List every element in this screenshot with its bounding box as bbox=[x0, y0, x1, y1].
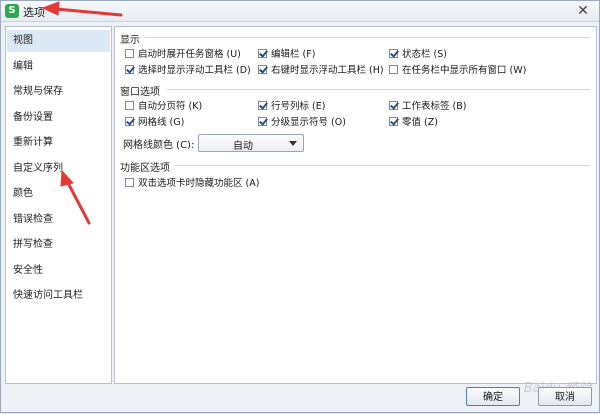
option-zero-values[interactable]: 零值 (Z) bbox=[389, 114, 438, 128]
gridline-color-label: 网格线颜色 (C): bbox=[123, 140, 195, 151]
window-options-separator bbox=[167, 89, 590, 90]
option-expand-taskpane[interactable]: 启动时展开任务窗格 (U) bbox=[125, 46, 241, 60]
gridline-color-dropdown[interactable]: 自动 bbox=[198, 134, 304, 152]
display-separator bbox=[145, 37, 590, 38]
option-label: 在任务栏中显示所有窗口 (W) bbox=[402, 65, 527, 76]
options-panel: 显示 启动时展开任务窗格 (U) 编辑栏 (F) 状态栏 (S) 选择时显示浮动… bbox=[114, 26, 597, 384]
title-bar: S 选项 ✕ bbox=[1, 1, 599, 22]
option-float-toolbar-select[interactable]: 选择时显示浮动工具栏 (D) bbox=[125, 62, 251, 76]
checkbox[interactable] bbox=[125, 48, 134, 58]
option-label: 自动分页符 (K) bbox=[138, 101, 203, 112]
option-label: 状态栏 (S) bbox=[402, 49, 447, 60]
option-label: 行号列标 (E) bbox=[271, 101, 326, 112]
option-gridlines[interactable]: 网格线 (G) bbox=[125, 114, 184, 128]
sidebar-item-recalculate[interactable]: 重新计算 bbox=[7, 132, 110, 154]
checkbox[interactable] bbox=[125, 116, 134, 126]
sidebar-item-backup[interactable]: 备份设置 bbox=[7, 107, 110, 129]
display-section-title: 显示 bbox=[120, 35, 140, 46]
option-label: 右键时显示浮动工具栏 (H) bbox=[271, 65, 384, 76]
option-dblclick-hide-ribbon[interactable]: 双击选项卡时隐藏功能区 (A) bbox=[125, 175, 259, 189]
sidebar-item-general-save[interactable]: 常规与保存 bbox=[7, 81, 110, 103]
sidebar-item-security[interactable]: 安全性 bbox=[7, 260, 110, 282]
option-label: 分级显示符号 (O) bbox=[271, 117, 346, 128]
checkbox[interactable] bbox=[258, 48, 267, 58]
ribbon-separator bbox=[175, 165, 590, 166]
checkbox[interactable] bbox=[125, 177, 134, 187]
gridline-color-value: 自动 bbox=[233, 141, 253, 152]
sidebar-item-quick-access-toolbar[interactable]: 快速访问工具栏 bbox=[7, 285, 110, 307]
option-outline-symbols[interactable]: 分级显示符号 (O) bbox=[258, 114, 346, 128]
option-label: 双击选项卡时隐藏功能区 (A) bbox=[138, 178, 260, 189]
checkbox[interactable] bbox=[258, 116, 267, 126]
cancel-button[interactable]: 取消 bbox=[538, 387, 592, 406]
option-taskbar-all-windows[interactable]: 在任务栏中显示所有窗口 (W) bbox=[389, 62, 526, 76]
option-row-col-headers[interactable]: 行号列标 (E) bbox=[258, 98, 325, 112]
option-label: 选择时显示浮动工具栏 (D) bbox=[138, 65, 251, 76]
option-formula-bar[interactable]: 编辑栏 (F) bbox=[258, 46, 315, 60]
options-dialog: S 选项 ✕ 视图 编辑 常规与保存 备份设置 重新计算 自定义序列 颜色 错误… bbox=[0, 0, 600, 413]
dialog-title: 选项 bbox=[23, 6, 45, 19]
sidebar-item-custom-lists[interactable]: 自定义序列 bbox=[7, 158, 110, 180]
checkbox[interactable] bbox=[125, 64, 134, 74]
option-label: 编辑栏 (F) bbox=[271, 49, 316, 60]
checkbox[interactable] bbox=[258, 64, 267, 74]
sidebar-item-edit[interactable]: 编辑 bbox=[7, 56, 110, 78]
checkbox[interactable] bbox=[389, 100, 398, 110]
checkbox[interactable] bbox=[389, 48, 398, 58]
option-auto-page-break[interactable]: 自动分页符 (K) bbox=[125, 98, 202, 112]
chevron-down-icon bbox=[289, 141, 297, 146]
checkbox[interactable] bbox=[258, 100, 267, 110]
option-label: 零值 (Z) bbox=[402, 117, 438, 128]
option-float-toolbar-rightclick[interactable]: 右键时显示浮动工具栏 (H) bbox=[258, 62, 384, 76]
sidebar-item-color[interactable]: 颜色 bbox=[7, 183, 110, 205]
option-label: 工作表标签 (B) bbox=[402, 101, 467, 112]
sidebar-item-spell-check[interactable]: 拼写检查 bbox=[7, 234, 110, 256]
checkbox[interactable] bbox=[125, 100, 134, 110]
sidebar-item-error-check[interactable]: 错误检查 bbox=[7, 209, 110, 231]
checkbox[interactable] bbox=[389, 64, 398, 74]
ribbon-section-title: 功能区选项 bbox=[120, 163, 170, 174]
option-label: 网格线 (G) bbox=[138, 117, 185, 128]
option-sheet-tabs[interactable]: 工作表标签 (B) bbox=[389, 98, 466, 112]
wps-app-icon: S bbox=[5, 4, 19, 18]
window-options-section-title: 窗口选项 bbox=[120, 87, 160, 98]
option-label: 启动时展开任务窗格 (U) bbox=[138, 49, 241, 60]
category-sidebar: 视图 编辑 常规与保存 备份设置 重新计算 自定义序列 颜色 错误检查 拼写检查… bbox=[5, 26, 112, 384]
ok-button[interactable]: 确定 bbox=[466, 387, 520, 406]
checkbox[interactable] bbox=[389, 116, 398, 126]
sidebar-item-view[interactable]: 视图 bbox=[7, 30, 110, 52]
close-button[interactable]: ✕ bbox=[575, 3, 591, 19]
option-status-bar[interactable]: 状态栏 (S) bbox=[389, 46, 447, 60]
